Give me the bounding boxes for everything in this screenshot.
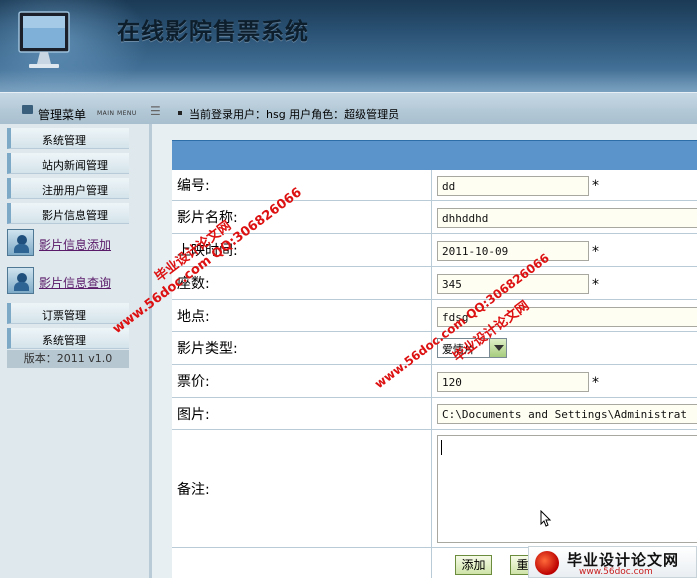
user-icon xyxy=(7,267,34,294)
id-input[interactable]: dd xyxy=(437,176,589,196)
logo-url: www.56doc.com xyxy=(579,567,653,577)
bullet-icon xyxy=(178,111,182,115)
monitor-icon xyxy=(18,11,70,68)
form-row-notes: 备注: xyxy=(172,430,697,548)
sidebar-item-system-2[interactable]: 系统管理 xyxy=(7,328,129,349)
price-input[interactable]: 120 xyxy=(437,372,589,392)
field-label: 图片: xyxy=(177,406,210,423)
notes-textarea[interactable] xyxy=(437,435,697,543)
sidebar: 系统管理 站内新闻管理 注册用户管理 影片信息管理 影片信息添加 影片信息查询 … xyxy=(0,124,152,578)
sidebar-item-label: 注册用户管理 xyxy=(42,184,108,197)
top-band: 管理菜单 MAIN MENU ☰ 当前登录用户：hsg 用户角色：超级管理员 xyxy=(0,92,697,124)
field-label: 地点: xyxy=(177,308,210,325)
sidebar-item-movies[interactable]: 影片信息管理 xyxy=(7,203,129,224)
movie-name-input[interactable]: dhhddhd xyxy=(437,208,697,228)
form-row-price: 票价: 120 * xyxy=(172,365,697,398)
banner-stripe xyxy=(0,70,697,92)
form-row-seats: 座数: 345 * xyxy=(172,267,697,300)
folder-icon xyxy=(22,105,33,114)
sidebar-item-label: 订票管理 xyxy=(42,309,86,322)
add-button[interactable]: 添加 xyxy=(455,555,492,575)
field-label: 备注: xyxy=(177,481,210,498)
sidebar-subitem-label[interactable]: 影片信息查询 xyxy=(39,274,111,291)
header-banner: 在线影院售票系统 xyxy=(0,0,697,92)
sidebar-subitem-label[interactable]: 影片信息添加 xyxy=(39,236,111,253)
sidebar-subitem-add-movie[interactable]: 影片信息添加 xyxy=(7,229,129,257)
required-mark: * xyxy=(592,178,599,194)
sidebar-item-label: 影片信息管理 xyxy=(42,209,108,222)
sidebar-item-system[interactable]: 系统管理 xyxy=(7,128,129,149)
sidebar-item-label: 系统管理 xyxy=(42,334,86,347)
version-label: 版本：2011 v1.0 xyxy=(7,350,129,368)
required-mark: * xyxy=(592,244,599,260)
required-mark: * xyxy=(592,375,599,391)
sidebar-item-label: 站内新闻管理 xyxy=(42,159,108,172)
form-header-bar xyxy=(172,140,697,170)
field-label: 编号: xyxy=(177,178,210,194)
form-row-date: 上映时间: 2011-10-09 * xyxy=(172,234,697,267)
main-menu-label: 管理菜单 xyxy=(38,108,87,122)
sidebar-item-users[interactable]: 注册用户管理 xyxy=(7,178,129,199)
form-row-location: 地点: fdsg xyxy=(172,300,697,332)
app-title: 在线影院售票系统 xyxy=(117,18,309,45)
sidebar-item-news[interactable]: 站内新闻管理 xyxy=(7,153,129,174)
image-path-input[interactable]: C:\Documents and Settings\Administrat xyxy=(437,404,697,424)
logo-mark-icon xyxy=(535,551,559,575)
field-label: 票价: xyxy=(177,374,210,390)
mouse-cursor-icon xyxy=(540,510,552,527)
login-user-info: 当前登录用户：hsg 用户角色：超级管理员 xyxy=(189,108,400,121)
form-row-id: 编号: dd * xyxy=(172,170,697,201)
chevron-down-icon[interactable] xyxy=(489,339,506,357)
sidebar-subitem-query-movie[interactable]: 影片信息查询 xyxy=(7,267,129,295)
user-icon xyxy=(7,229,34,256)
main-menu-en-label: MAIN MENU xyxy=(97,110,137,117)
text-caret xyxy=(441,440,442,455)
sidebar-item-label: 系统管理 xyxy=(42,134,86,147)
form-row-image: 图片: C:\Documents and Settings\Administra… xyxy=(172,398,697,430)
required-mark: * xyxy=(592,277,599,293)
sidebar-item-tickets[interactable]: 订票管理 xyxy=(7,303,129,324)
site-logo: 毕业设计论文网 www.56doc.com xyxy=(528,546,697,578)
field-label: 影片类型: xyxy=(177,341,238,357)
release-date-input[interactable]: 2011-10-09 xyxy=(437,241,589,261)
menu-toggle-icon[interactable]: ☰ xyxy=(150,104,161,118)
